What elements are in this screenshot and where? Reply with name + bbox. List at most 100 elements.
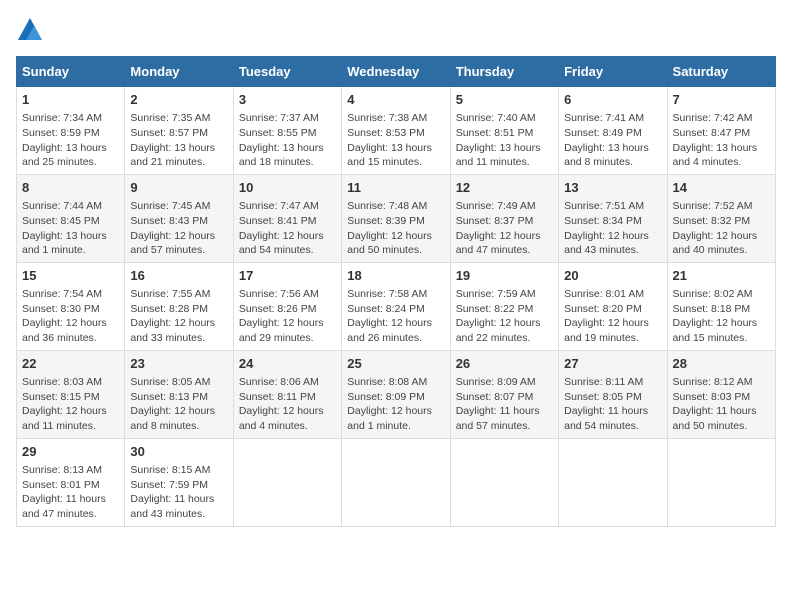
day-number: 4 [347,91,444,109]
calendar-cell: 22 Sunrise: 8:03 AM Sunset: 8:15 PM Dayli… [17,350,125,438]
day-content: Sunrise: 7:37 AM Sunset: 8:55 PM Dayligh… [239,111,336,170]
column-header-friday: Friday [559,57,667,87]
calendar-cell: 21 Sunrise: 8:02 AM Sunset: 8:18 PM Dayli… [667,262,775,350]
column-header-tuesday: Tuesday [233,57,341,87]
day-number: 5 [456,91,553,109]
day-content: Sunrise: 7:49 AM Sunset: 8:37 PM Dayligh… [456,199,553,258]
calendar-cell [667,438,775,526]
calendar-cell: 8 Sunrise: 7:44 AM Sunset: 8:45 PM Daylig… [17,174,125,262]
day-number: 19 [456,267,553,285]
calendar-cell: 10 Sunrise: 7:47 AM Sunset: 8:41 PM Dayli… [233,174,341,262]
day-number: 18 [347,267,444,285]
calendar-cell [233,438,341,526]
day-number: 8 [22,179,119,197]
calendar-cell: 12 Sunrise: 7:49 AM Sunset: 8:37 PM Dayli… [450,174,558,262]
day-content: Sunrise: 8:09 AM Sunset: 8:07 PM Dayligh… [456,375,553,434]
calendar-cell [559,438,667,526]
calendar-cell: 19 Sunrise: 7:59 AM Sunset: 8:22 PM Dayli… [450,262,558,350]
day-content: Sunrise: 8:13 AM Sunset: 8:01 PM Dayligh… [22,463,119,522]
day-number: 9 [130,179,227,197]
day-number: 2 [130,91,227,109]
week-row-3: 22 Sunrise: 8:03 AM Sunset: 8:15 PM Dayli… [17,350,776,438]
day-number: 1 [22,91,119,109]
day-content: Sunrise: 8:05 AM Sunset: 8:13 PM Dayligh… [130,375,227,434]
day-content: Sunrise: 7:41 AM Sunset: 8:49 PM Dayligh… [564,111,661,170]
day-content: Sunrise: 8:01 AM Sunset: 8:20 PM Dayligh… [564,287,661,346]
day-number: 21 [673,267,770,285]
logo-icon [16,16,44,44]
calendar-cell: 26 Sunrise: 8:09 AM Sunset: 8:07 PM Dayli… [450,350,558,438]
calendar-table: SundayMondayTuesdayWednesdayThursdayFrid… [16,56,776,527]
page-header [16,16,776,44]
calendar-cell: 6 Sunrise: 7:41 AM Sunset: 8:49 PM Daylig… [559,87,667,175]
day-content: Sunrise: 8:02 AM Sunset: 8:18 PM Dayligh… [673,287,770,346]
day-content: Sunrise: 7:47 AM Sunset: 8:41 PM Dayligh… [239,199,336,258]
day-number: 15 [22,267,119,285]
calendar-cell [450,438,558,526]
day-content: Sunrise: 7:44 AM Sunset: 8:45 PM Dayligh… [22,199,119,258]
calendar-cell: 28Sunrise: 8:12 AM Sunset: 8:03 PM Dayli… [667,350,775,438]
day-content: Sunrise: 7:35 AM Sunset: 8:57 PM Dayligh… [130,111,227,170]
day-number: 14 [673,179,770,197]
day-content: Sunrise: 7:34 AM Sunset: 8:59 PM Dayligh… [22,111,119,170]
column-header-saturday: Saturday [667,57,775,87]
day-content: Sunrise: 8:15 AM Sunset: 7:59 PM Dayligh… [130,463,227,522]
calendar-cell: 27 Sunrise: 8:11 AM Sunset: 8:05 PM Dayli… [559,350,667,438]
calendar-cell: 4 Sunrise: 7:38 AM Sunset: 8:53 PM Daylig… [342,87,450,175]
day-content: Sunrise: 7:54 AM Sunset: 8:30 PM Dayligh… [22,287,119,346]
day-number: 13 [564,179,661,197]
day-number: 20 [564,267,661,285]
column-header-thursday: Thursday [450,57,558,87]
day-content: Sunrise: 7:59 AM Sunset: 8:22 PM Dayligh… [456,287,553,346]
day-content: Sunrise: 8:06 AM Sunset: 8:11 PM Dayligh… [239,375,336,434]
calendar-cell: 17 Sunrise: 7:56 AM Sunset: 8:26 PM Dayli… [233,262,341,350]
calendar-cell: 16Sunrise: 7:55 AM Sunset: 8:28 PM Dayli… [125,262,233,350]
day-content: Sunrise: 8:08 AM Sunset: 8:09 PM Dayligh… [347,375,444,434]
calendar-cell: 14 Sunrise: 7:52 AM Sunset: 8:32 PM Dayli… [667,174,775,262]
day-number: 24 [239,355,336,373]
day-content: Sunrise: 7:51 AM Sunset: 8:34 PM Dayligh… [564,199,661,258]
calendar-cell: 18Sunrise: 7:58 AM Sunset: 8:24 PM Dayli… [342,262,450,350]
day-content: Sunrise: 7:52 AM Sunset: 8:32 PM Dayligh… [673,199,770,258]
calendar-cell: 7Sunrise: 7:42 AM Sunset: 8:47 PM Daylig… [667,87,775,175]
day-number: 22 [22,355,119,373]
day-number: 12 [456,179,553,197]
calendar-cell: 30 Sunrise: 8:15 AM Sunset: 7:59 PM Dayli… [125,438,233,526]
day-number: 28 [673,355,770,373]
column-header-sunday: Sunday [17,57,125,87]
calendar-cell: 5 Sunrise: 7:40 AM Sunset: 8:51 PM Daylig… [450,87,558,175]
calendar-cell: 23 Sunrise: 8:05 AM Sunset: 8:13 PM Dayli… [125,350,233,438]
day-number: 27 [564,355,661,373]
day-number: 11 [347,179,444,197]
calendar-cell: 3Sunrise: 7:37 AM Sunset: 8:55 PM Daylig… [233,87,341,175]
day-number: 29 [22,443,119,461]
column-header-wednesday: Wednesday [342,57,450,87]
calendar-cell: 20 Sunrise: 8:01 AM Sunset: 8:20 PM Dayli… [559,262,667,350]
day-number: 10 [239,179,336,197]
day-number: 23 [130,355,227,373]
calendar-cell: 29 Sunrise: 8:13 AM Sunset: 8:01 PM Dayli… [17,438,125,526]
day-number: 6 [564,91,661,109]
day-content: Sunrise: 8:11 AM Sunset: 8:05 PM Dayligh… [564,375,661,434]
day-content: Sunrise: 7:38 AM Sunset: 8:53 PM Dayligh… [347,111,444,170]
week-row-0: 1 Sunrise: 7:34 AM Sunset: 8:59 PM Daylig… [17,87,776,175]
calendar-cell: 2 Sunrise: 7:35 AM Sunset: 8:57 PM Daylig… [125,87,233,175]
day-number: 7 [673,91,770,109]
day-content: Sunrise: 7:56 AM Sunset: 8:26 PM Dayligh… [239,287,336,346]
day-number: 26 [456,355,553,373]
day-content: Sunrise: 8:03 AM Sunset: 8:15 PM Dayligh… [22,375,119,434]
day-number: 25 [347,355,444,373]
calendar-cell: 24 Sunrise: 8:06 AM Sunset: 8:11 PM Dayli… [233,350,341,438]
logo [16,16,48,44]
calendar-cell: 11Sunrise: 7:48 AM Sunset: 8:39 PM Dayli… [342,174,450,262]
week-row-4: 29 Sunrise: 8:13 AM Sunset: 8:01 PM Dayli… [17,438,776,526]
calendar-cell [342,438,450,526]
column-header-monday: Monday [125,57,233,87]
calendar-cell: 1 Sunrise: 7:34 AM Sunset: 8:59 PM Daylig… [17,87,125,175]
week-row-1: 8 Sunrise: 7:44 AM Sunset: 8:45 PM Daylig… [17,174,776,262]
day-number: 17 [239,267,336,285]
header-row: SundayMondayTuesdayWednesdayThursdayFrid… [17,57,776,87]
calendar-cell: 25 Sunrise: 8:08 AM Sunset: 8:09 PM Dayli… [342,350,450,438]
day-number: 30 [130,443,227,461]
day-content: Sunrise: 7:40 AM Sunset: 8:51 PM Dayligh… [456,111,553,170]
